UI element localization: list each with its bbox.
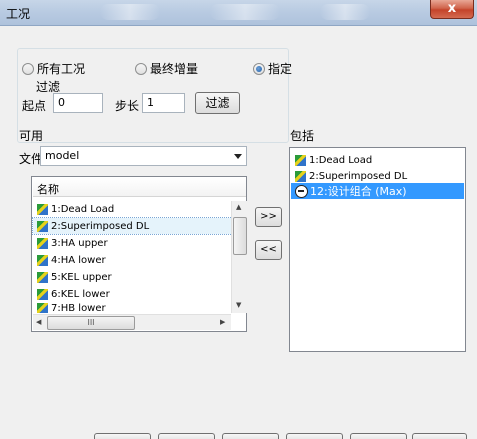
loadcase-icon (37, 237, 48, 249)
combination-icon (295, 184, 308, 198)
step-label: 步长 (115, 99, 140, 113)
list-item-label: 1:Dead Load (309, 154, 373, 166)
loadcase-icon (37, 288, 48, 300)
list-item[interactable]: 5:KEL upper (33, 269, 246, 285)
vertical-scroll-thumb[interactable] (233, 217, 247, 255)
loadcase-icon (37, 220, 48, 232)
file-select[interactable]: model (40, 146, 247, 166)
list-item-label: 3:HA upper (51, 237, 108, 249)
loadcase-icon (295, 154, 306, 166)
list-item[interactable]: 7:HB lower (33, 303, 246, 313)
close-icon: x (447, 1, 457, 16)
start-input[interactable]: 0 (53, 93, 103, 113)
close-button[interactable]: x (430, 0, 474, 19)
titlebar-glare (320, 4, 370, 20)
vertical-scrollbar[interactable]: ▲ ▼ (231, 201, 247, 313)
list-item[interactable]: 1:Dead Load (33, 201, 246, 217)
list-item-label: 12:设计组合 (Max) (310, 185, 407, 198)
available-list[interactable]: 名称 1:Dead Load 2:Superimposed DL 3:HA up… (31, 176, 247, 332)
scroll-down-icon[interactable]: ▼ (236, 301, 241, 309)
list-item[interactable]: 6:KEL lower (33, 286, 246, 302)
remove-button[interactable]: << (255, 240, 282, 260)
radio-specified[interactable]: 指定 (253, 60, 292, 77)
dialog-body: 所有工况 最终增量 指定 过滤 起点 0 步长 1 过滤 可用 文件 model… (0, 26, 477, 439)
radio-indicator (22, 62, 34, 75)
add-button[interactable]: >> (255, 207, 282, 227)
scroll-right-icon[interactable]: ▶ (220, 318, 225, 326)
radio-label: 指定 (268, 62, 293, 76)
loadcase-icon (37, 203, 48, 215)
radio-indicator-selected (253, 62, 265, 75)
footer-button[interactable] (286, 433, 343, 439)
available-heading: 可用 (19, 129, 44, 143)
file-select-value: model (45, 149, 80, 162)
list-item-label: 2:Superimposed DL (309, 170, 408, 182)
list-item[interactable]: 3:HA upper (33, 235, 246, 251)
loadcase-icon (37, 271, 48, 283)
radio-indicator (135, 62, 147, 75)
radio-final-increment[interactable]: 最终增量 (135, 60, 198, 77)
filter-button[interactable]: 过滤 (195, 92, 240, 114)
window-title: 工况 (6, 7, 31, 21)
list-item-label: 2:Superimposed DL (51, 220, 150, 232)
loadcase-icon (37, 254, 48, 266)
start-label: 起点 (22, 99, 47, 113)
footer-button[interactable] (94, 433, 151, 439)
loadcase-icon (37, 303, 48, 313)
list-item-highlighted[interactable]: 12:设计组合 (Max) (291, 183, 464, 199)
title-bar: 工况 x (0, 0, 477, 26)
list-item[interactable]: 4:HA lower (33, 252, 246, 268)
footer-button[interactable] (350, 433, 407, 439)
step-input[interactable]: 1 (142, 93, 185, 113)
scroll-up-icon[interactable]: ▲ (236, 203, 241, 211)
list-item-label: 4:HA lower (51, 254, 106, 266)
titlebar-glare (210, 4, 280, 20)
footer-button[interactable] (158, 433, 215, 439)
horizontal-scroll-thumb[interactable]: III (47, 316, 135, 330)
list-item[interactable]: 1:Dead Load (291, 152, 464, 168)
chevron-down-icon (234, 154, 242, 159)
list-item-label: 1:Dead Load (51, 203, 115, 215)
footer-button[interactable] (412, 433, 467, 439)
radio-label: 最终增量 (150, 62, 199, 76)
included-list[interactable]: 1:Dead Load 2:Superimposed DL 12:设计组合 (M… (289, 147, 466, 352)
list-item-label: 6:KEL lower (51, 288, 110, 300)
radio-all-cases[interactable]: 所有工况 (22, 60, 85, 77)
list-item[interactable]: 2:Superimposed DL (291, 168, 464, 184)
footer-button[interactable] (222, 433, 279, 439)
horizontal-scrollbar[interactable]: ◀ III ▶ (33, 314, 231, 330)
list-item-selected[interactable]: 2:Superimposed DL (32, 217, 247, 235)
included-heading: 包括 (290, 129, 315, 143)
list-item-label: 7:HB lower (51, 303, 106, 313)
column-header-name[interactable]: 名称 (33, 178, 246, 197)
loadcase-icon (295, 170, 306, 182)
titlebar-glare (100, 4, 160, 20)
radio-label: 所有工况 (37, 62, 86, 76)
list-item-label: 5:KEL upper (51, 271, 112, 283)
scroll-left-icon[interactable]: ◀ (36, 318, 41, 326)
